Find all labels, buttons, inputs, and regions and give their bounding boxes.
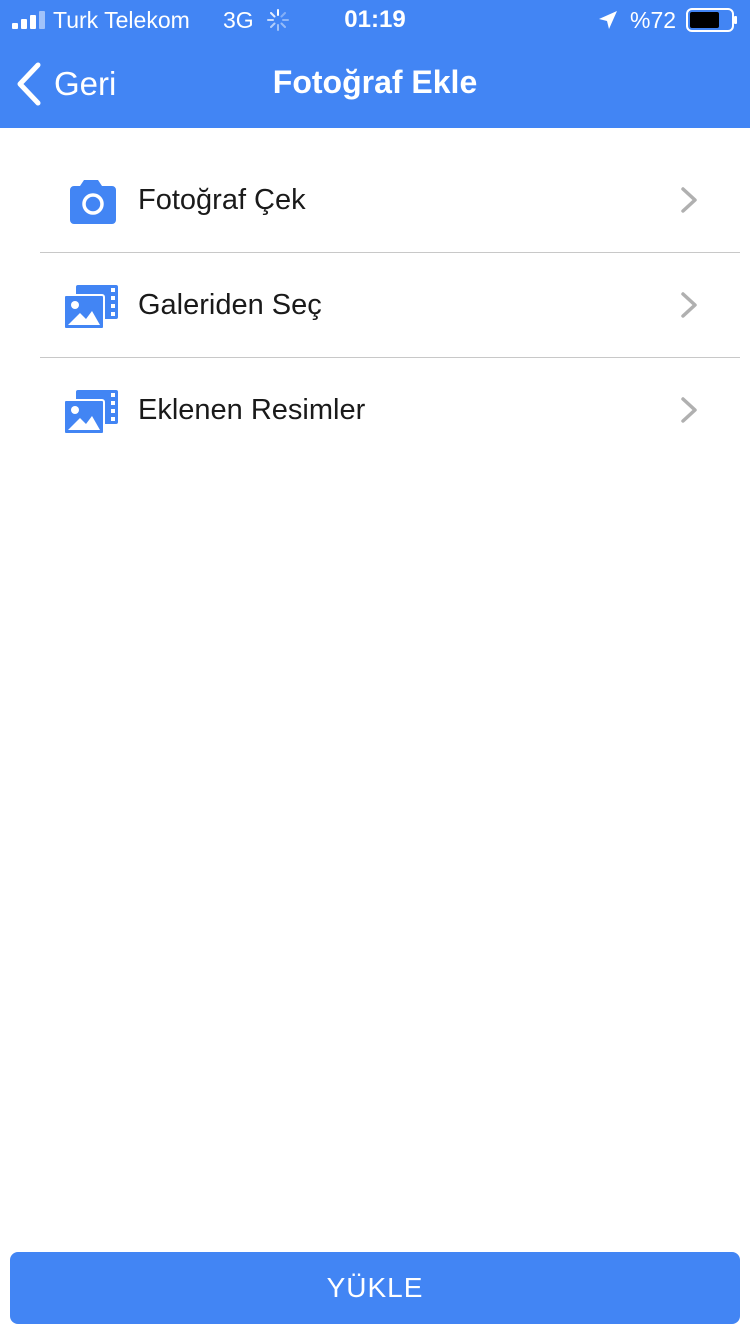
menu-item-label: Eklenen Resimler (138, 394, 366, 426)
location-arrow-icon (599, 11, 617, 29)
photo-source-list: Fotoğraf Çek Galeriden Seç Eklenen Resim… (0, 148, 750, 463)
screen: Turk Telekom 3G 01:19 %72 Geri Fotoğraf … (0, 0, 750, 1334)
gallery-icon (63, 390, 118, 435)
page-title: Fotoğraf Ekle (272, 64, 478, 100)
chevron-right-icon (681, 187, 697, 213)
upload-button[interactable]: YÜKLE (10, 1252, 740, 1324)
menu-item-added-images[interactable]: Eklenen Resimler (0, 358, 750, 463)
navigation-bar: Geri Fotoğraf Ekle (0, 40, 750, 128)
chevron-right-icon (681, 292, 697, 318)
gallery-icon (63, 285, 118, 330)
battery-icon (686, 8, 737, 32)
menu-item-label: Fotoğraf Çek (138, 184, 306, 216)
menu-item-label: Galeriden Seç (138, 289, 322, 321)
battery-percent: %72 (630, 7, 677, 33)
menu-item-take-photo[interactable]: Fotoğraf Çek (0, 148, 750, 253)
menu-item-choose-from-gallery[interactable]: Galeriden Seç (0, 253, 750, 358)
status-bar: Turk Telekom 3G 01:19 %72 (0, 0, 750, 40)
camera-icon (70, 180, 116, 224)
chevron-right-icon (681, 397, 697, 423)
top-bar: Turk Telekom 3G 01:19 %72 Geri Fotoğraf … (0, 0, 750, 128)
